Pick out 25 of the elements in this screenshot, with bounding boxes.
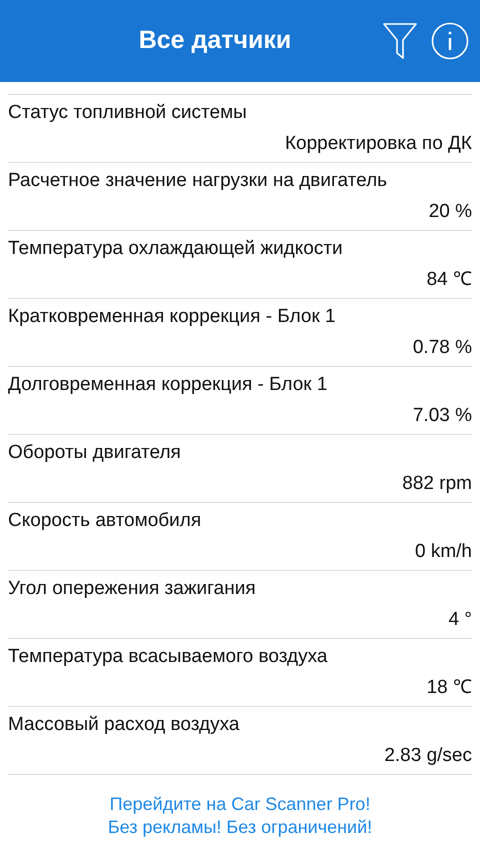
promo-link[interactable]: Перейдите на Car Scanner Pro! [110, 793, 370, 816]
sensor-name: Угол опережения зажигания [8, 577, 256, 601]
sensor-name: Статус топливной системы [8, 101, 247, 125]
sensor-value: 2.83 g/sec [384, 744, 472, 768]
sensor-name: Температура всасываемого воздуха [8, 645, 328, 669]
sensor-name: Долговременная коррекция - Блок 1 [8, 373, 328, 397]
sensor-name: Обороты двигателя [8, 441, 181, 465]
sensor-value: 7.03 % [412, 404, 472, 428]
sensor-name: Кратковременная коррекция - Блок 1 [8, 305, 336, 329]
sensor-value: Корректировка по ДК [284, 132, 472, 156]
sensor-value: 0.78 % [412, 336, 472, 360]
sensor-value: 20 % [428, 200, 472, 224]
promo-link[interactable]: Без рекламы! Без ограничений! [108, 816, 372, 839]
sensor-name: Температура охлаждающей жидкости [8, 237, 343, 261]
filter-icon [382, 22, 418, 60]
sensor-name: Массовый расход воздуха [8, 713, 240, 737]
sensor-value: 4 ° [448, 608, 472, 632]
sensor-name: Скорость автомобиля [8, 509, 202, 533]
sensor-value: 84 ℃ [426, 268, 472, 292]
sensor-value: 882 rpm [402, 472, 472, 496]
sensor-value: 0 km/h [414, 540, 472, 564]
info-icon [431, 22, 469, 60]
sensor-name: Расчетное значение нагрузки на двигатель [8, 169, 388, 193]
sensor-value: 18 ℃ [426, 676, 472, 700]
screen-title: Все датчики [138, 25, 292, 56]
